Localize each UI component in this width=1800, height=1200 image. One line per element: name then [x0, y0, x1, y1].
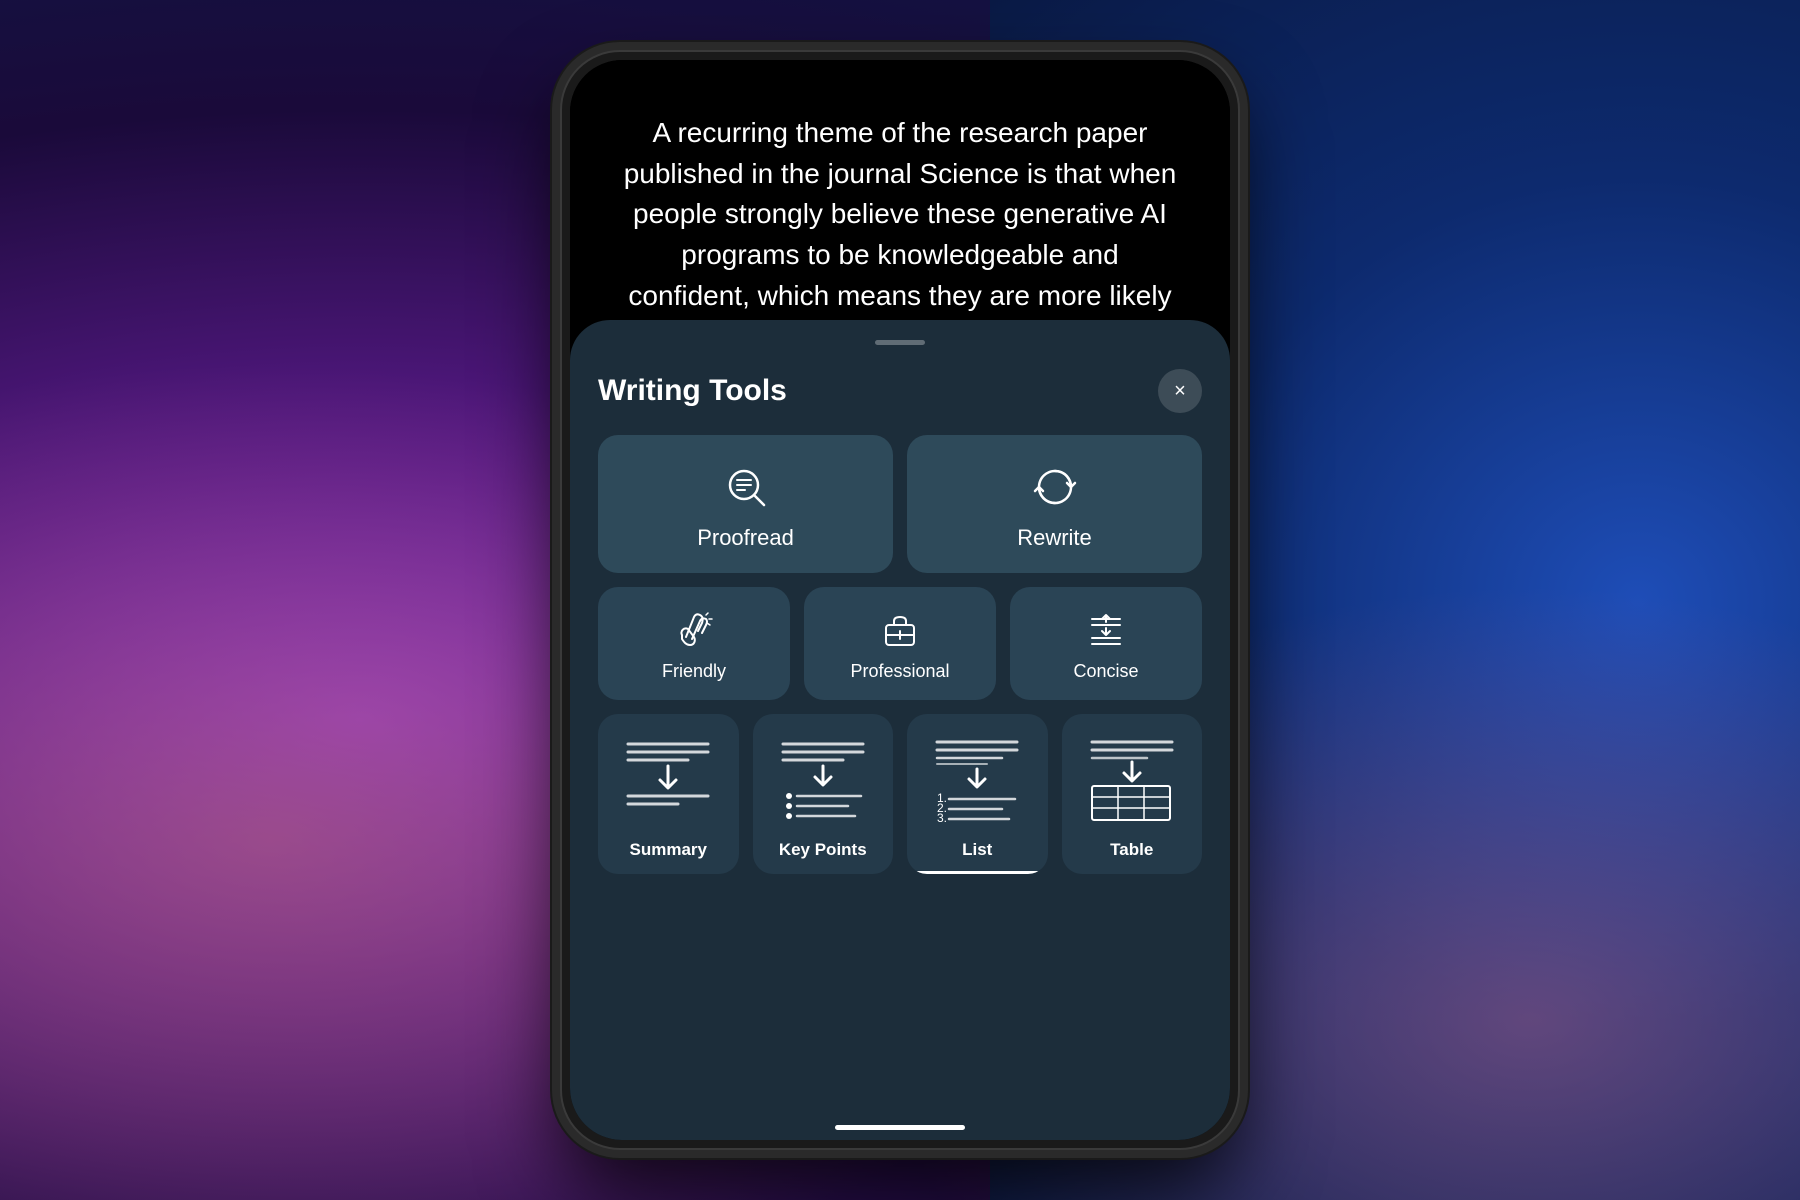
- drag-handle[interactable]: [875, 340, 925, 345]
- friendly-label: Friendly: [662, 661, 726, 682]
- list-button[interactable]: 1. 2. 3. List: [907, 714, 1048, 874]
- sheet-title: Writing Tools: [598, 374, 787, 408]
- professional-icon: [880, 609, 920, 649]
- concise-button[interactable]: Concise: [1010, 587, 1202, 700]
- professional-label: Professional: [850, 661, 949, 682]
- table-icon: [1072, 728, 1193, 830]
- close-button[interactable]: ×: [1158, 369, 1202, 413]
- proofread-button[interactable]: Proofread: [598, 435, 893, 573]
- professional-button[interactable]: Professional: [804, 587, 996, 700]
- key-points-label: Key Points: [779, 830, 867, 874]
- concise-icon: [1086, 609, 1126, 649]
- key-points-icon: [763, 728, 884, 830]
- svg-text:3.: 3.: [937, 811, 947, 824]
- proofread-icon: [722, 463, 770, 511]
- table-label: Table: [1110, 830, 1153, 874]
- friendly-button[interactable]: Friendly: [598, 587, 790, 700]
- rewrite-label: Rewrite: [1017, 525, 1092, 551]
- phone-device: A recurring theme of the research paper …: [560, 50, 1240, 1150]
- summary-icon: [608, 728, 729, 830]
- home-indicator: [835, 1125, 965, 1130]
- concise-label: Concise: [1073, 661, 1138, 682]
- mid-row: Friendly Professional: [598, 587, 1202, 700]
- summary-label: Summary: [630, 830, 707, 874]
- list-label: List: [962, 830, 992, 874]
- rewrite-icon: [1031, 463, 1079, 511]
- writing-tools-sheet: Writing Tools ×: [570, 320, 1230, 1140]
- rewrite-button[interactable]: Rewrite: [907, 435, 1202, 573]
- table-button[interactable]: Table: [1062, 714, 1203, 874]
- summary-button[interactable]: Summary: [598, 714, 739, 874]
- friendly-icon: [674, 609, 714, 649]
- list-icon: 1. 2. 3.: [917, 728, 1038, 830]
- list-selected-indicator: [907, 871, 1048, 874]
- sheet-header: Writing Tools ×: [598, 369, 1202, 413]
- top-row: Proofread: [598, 435, 1202, 573]
- proofread-label: Proofread: [697, 525, 794, 551]
- phone-wrapper: A recurring theme of the research paper …: [560, 50, 1240, 1150]
- close-icon: ×: [1174, 381, 1186, 401]
- phone-screen: A recurring theme of the research paper …: [570, 60, 1230, 1140]
- bottom-row: Summary: [598, 714, 1202, 874]
- key-points-button[interactable]: Key Points: [753, 714, 894, 874]
